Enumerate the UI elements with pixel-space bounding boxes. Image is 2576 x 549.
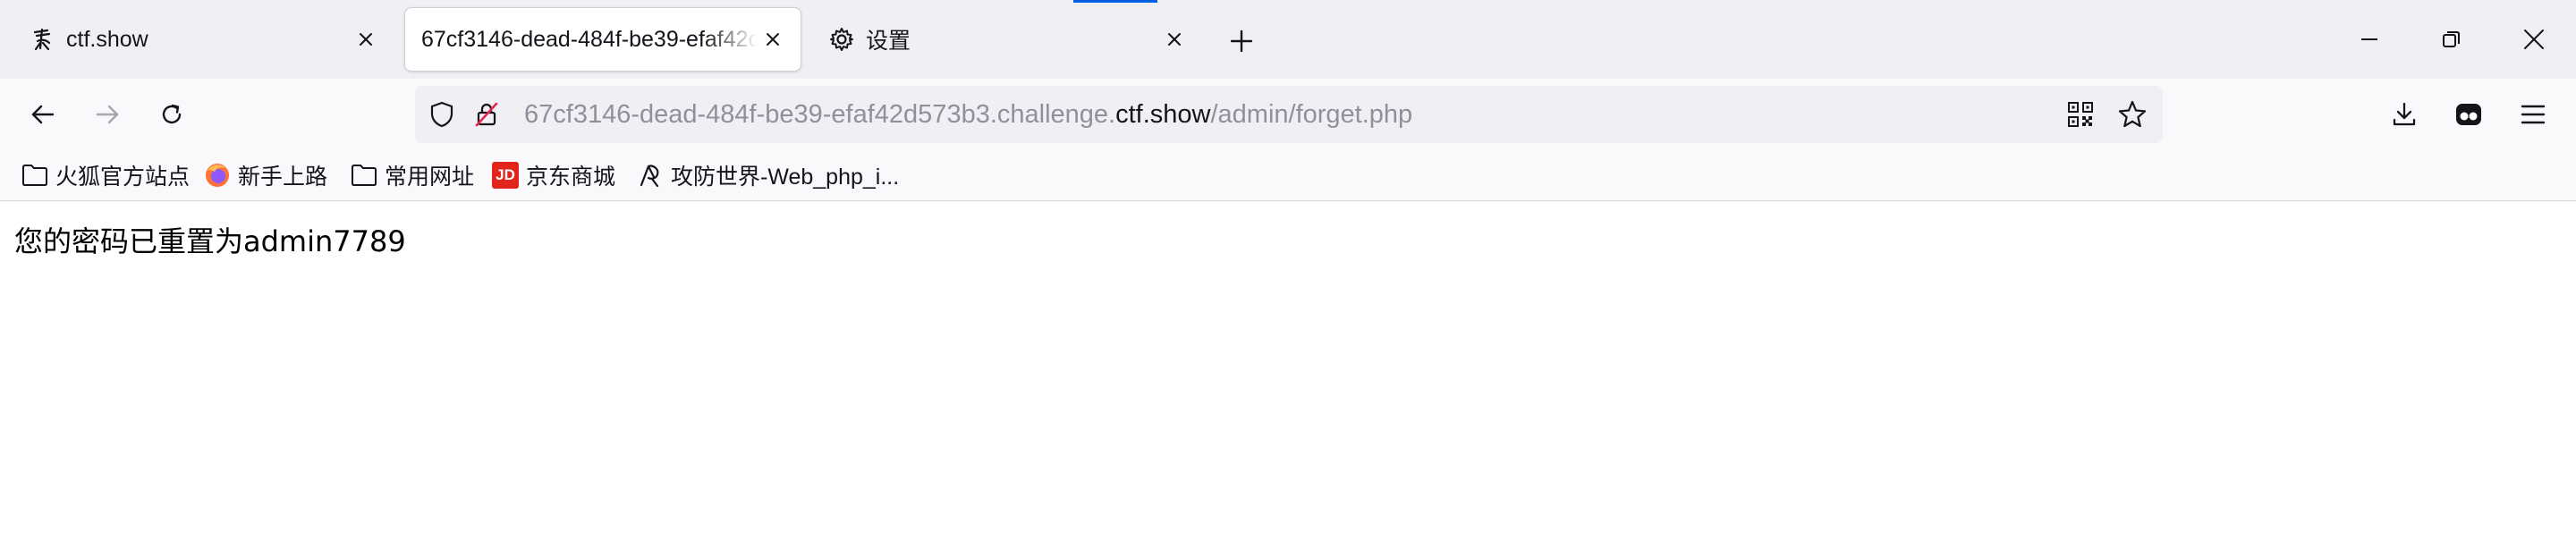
reload-button[interactable]	[148, 91, 195, 138]
bookmark-getting-started[interactable]: 新手上路	[204, 150, 327, 200]
tab-title: 67cf3146-dead-484f-be39-efaf42d573b3.cha…	[421, 26, 758, 52]
qr-code-button[interactable]	[2063, 98, 2098, 131]
navigation-toolbar: 67cf3146-dead-484f-be39-efaf42d573b3.cha…	[0, 79, 2576, 150]
ctfshow-logo-icon	[29, 26, 55, 53]
close-icon	[2524, 30, 2544, 49]
close-tab-icon[interactable]	[351, 24, 381, 55]
url-path: /admin/forget.php	[1210, 100, 1413, 129]
password-reset-message: 您的密码已重置为admin7789	[14, 224, 406, 258]
tracking-protection-shield-icon[interactable]	[424, 98, 460, 131]
bookmark-firefox-site[interactable]: 火狐官方站点	[21, 150, 190, 200]
url-subdomain: 67cf3146-dead-484f-be39-efaf42d573b3.cha…	[524, 100, 1116, 129]
bookmark-label: 京东商城	[526, 165, 616, 190]
bookmark-star-icon	[2118, 100, 2147, 128]
folder-icon	[351, 162, 377, 189]
plus-icon	[1230, 30, 1253, 53]
insecure-lock-icon[interactable]	[469, 98, 504, 131]
tab-settings[interactable]: 设置	[809, 7, 1202, 72]
bookmarks-toolbar: 火狐官方站点 新手上路 常用网址 JD 京东商城 攻防世界-Web_php_i.…	[0, 150, 2576, 201]
url-text[interactable]: 67cf3146-dead-484f-be39-efaf42d573b3.cha…	[524, 86, 1412, 143]
folder-icon	[21, 162, 48, 189]
page-content: 您的密码已重置为admin7789	[0, 201, 2576, 549]
qr-code-icon	[2068, 102, 2093, 127]
bookmark-label: 攻防世界-Web_php_i...	[671, 165, 900, 190]
url-host: ctf.show	[1115, 100, 1211, 129]
gear-icon	[828, 26, 855, 53]
minimize-icon	[2361, 38, 2377, 40]
tab-title: ctf.show	[66, 26, 148, 52]
tab-loading-indicator	[1073, 0, 1157, 3]
close-tab-icon[interactable]	[758, 24, 788, 55]
address-bar[interactable]: 67cf3146-dead-484f-be39-efaf42d573b3.cha…	[415, 86, 2163, 143]
bookmark-label: 火狐官方站点	[55, 165, 191, 190]
download-icon	[2393, 102, 2416, 126]
tab-challenge[interactable]: 67cf3146-dead-484f-be39-efaf42d573b3.cha…	[404, 7, 801, 72]
jd-icon: JD	[492, 162, 519, 189]
adworld-icon	[637, 162, 664, 189]
back-button[interactable]	[20, 91, 66, 138]
close-window-button[interactable]	[2512, 18, 2556, 61]
account-icon	[2456, 104, 2481, 125]
close-tab-icon[interactable]	[1159, 24, 1190, 55]
bookmark-star-button[interactable]	[2114, 98, 2150, 131]
tab-bar: ctf.show 67cf3146-dead-484f-be39-efaf42d…	[0, 0, 2576, 79]
bookmark-label: 新手上路	[238, 165, 328, 190]
tab-ctfshow[interactable]: ctf.show	[9, 7, 394, 72]
restore-button[interactable]	[2429, 18, 2474, 61]
restore-icon	[2443, 31, 2460, 47]
bookmark-label: 常用网址	[385, 165, 475, 190]
downloads-button[interactable]	[2381, 91, 2428, 138]
bookmark-common-sites[interactable]: 常用网址	[351, 150, 474, 200]
new-tab-button[interactable]	[1220, 20, 1263, 63]
forward-button[interactable]	[84, 91, 131, 138]
app-menu-button[interactable]	[2510, 91, 2556, 138]
bookmark-jd[interactable]: JD 京东商城	[492, 150, 615, 200]
minimize-button[interactable]	[2347, 18, 2392, 61]
back-arrow-icon	[31, 105, 55, 124]
account-button[interactable]	[2445, 91, 2492, 138]
bookmark-adworld[interactable]: 攻防世界-Web_php_i...	[637, 150, 899, 200]
forward-arrow-icon	[96, 105, 119, 124]
menu-icon	[2521, 105, 2546, 124]
firefox-icon	[204, 162, 231, 189]
reload-icon	[162, 104, 182, 124]
tab-title: 设置	[866, 29, 911, 54]
